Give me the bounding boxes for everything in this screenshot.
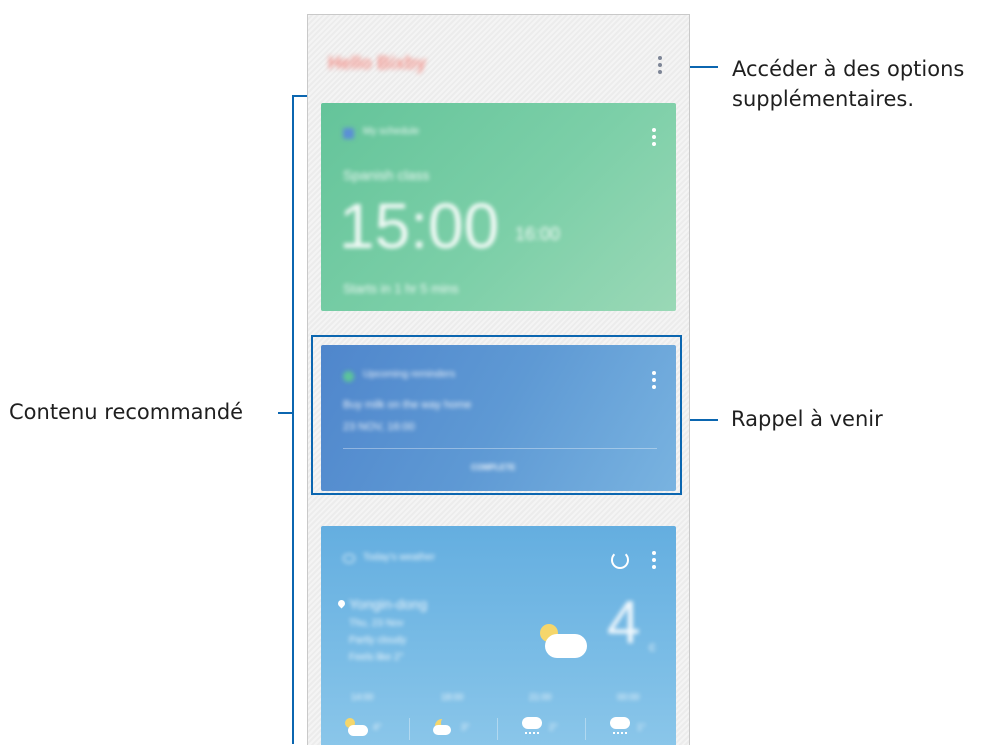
event-title: Spanish class: [343, 167, 430, 183]
weather-detail-1: Thu, 23 Nov: [349, 618, 404, 629]
weather-card[interactable]: Today's weather Yongin-dong Thu, 23 Nov …: [321, 526, 676, 745]
forecast-temp-2: 3°: [461, 722, 470, 732]
app-header: Hello Bixby: [308, 15, 689, 95]
app-brand-title: Hello Bixby: [328, 53, 427, 73]
more-options-icon[interactable]: [658, 56, 664, 74]
weather-detail-3: Feels like 2°: [349, 652, 404, 663]
more-options-annotation-line2: supplémentaires.: [732, 87, 914, 111]
forecast-separator: [585, 718, 586, 740]
moon-icon: [431, 714, 457, 738]
forecast-temp-4: 1°: [637, 722, 646, 732]
partly-cloudy-icon: [535, 618, 591, 660]
forecast-separator: [409, 718, 410, 740]
reminder-annotation: Rappel à venir: [731, 407, 883, 431]
recommended-leader-line: [278, 412, 294, 414]
event-card-more-icon[interactable]: [652, 128, 658, 146]
event-card[interactable]: My schedule Spanish class 15:00 16:00 St…: [321, 103, 676, 311]
weather-detail-2: Partly cloudy: [349, 635, 407, 646]
forecast-temp-3: 2°: [549, 722, 558, 732]
weather-card-source: Today's weather: [363, 552, 435, 563]
weather-card-more-icon[interactable]: [652, 551, 658, 569]
forecast-separator: [497, 718, 498, 740]
event-card-source: My schedule: [363, 126, 420, 137]
recommended-bracket-vertical: [292, 95, 294, 744]
event-footer: Starts in 1 hr 5 mins: [343, 281, 459, 296]
more-options-annotation: Accéder à des options supplémentaires.: [732, 54, 964, 114]
rain-icon: [607, 714, 633, 740]
forecast-time-2: 18:00: [441, 692, 464, 702]
calendar-icon: [343, 128, 354, 139]
partly-cloudy-icon: [343, 716, 369, 738]
forecast-time-1: 14:00: [351, 692, 374, 702]
rain-icon: [519, 714, 545, 740]
forecast-time-3: 21:00: [529, 692, 552, 702]
weather-location: Yongin-dong: [349, 596, 428, 612]
weather-source-icon: [343, 554, 355, 563]
event-start-time: 15:00: [339, 190, 500, 262]
forecast-time-4: 00:00: [617, 692, 640, 702]
weather-temperature: 4: [607, 589, 641, 656]
reminder-highlight-frame: [311, 335, 682, 495]
recommended-annotation: Contenu recommandé: [9, 400, 244, 424]
location-pin-icon: [336, 598, 347, 609]
more-options-annotation-line1: Accéder à des options: [732, 57, 965, 81]
event-end-time: 16:00: [515, 224, 561, 244]
weather-unit: c: [649, 639, 656, 654]
refresh-icon[interactable]: [611, 551, 629, 569]
forecast-temp-1: 4°: [373, 722, 382, 732]
